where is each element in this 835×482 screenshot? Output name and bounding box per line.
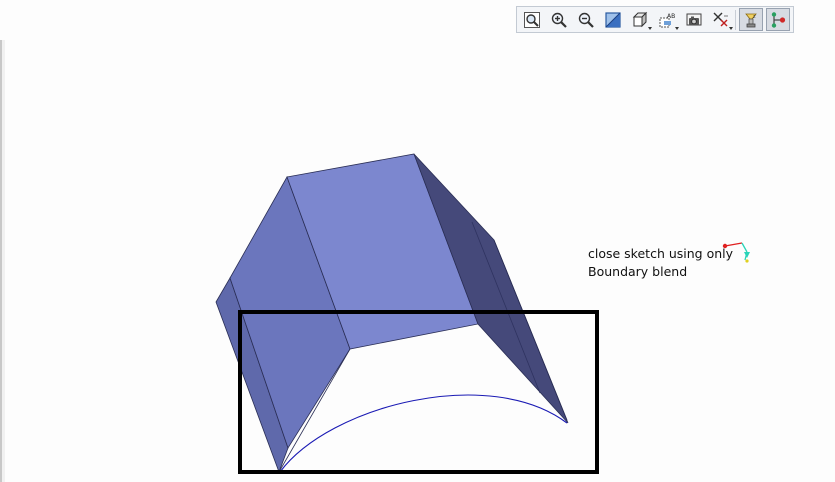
annotation-line-1: close sketch using only (588, 246, 734, 261)
model-viewport[interactable] (0, 0, 835, 482)
reference-triad-icon (722, 242, 750, 263)
annotation-note: close sketch using only Boundary blend (588, 245, 733, 281)
boundary-curve[interactable] (279, 394, 568, 473)
annotation-line-2: Boundary blend (588, 264, 688, 279)
